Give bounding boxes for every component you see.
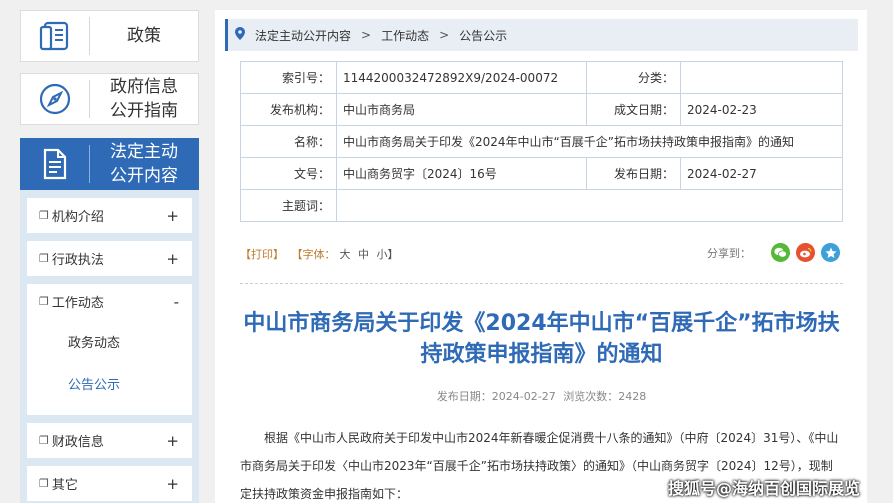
weibo-icon[interactable] [796,243,815,262]
menu-item-label: 财政信息 [51,435,104,450]
publish-date-label: 发布日期： [586,157,681,190]
article-view-count: 浏览次数：2428 [563,390,647,403]
submenu-item-announcements[interactable]: 公告公示 [27,365,192,407]
page-icon: ❐ [39,252,49,265]
location-pin-icon [235,27,245,43]
wechat-icon[interactable] [771,243,790,262]
publisher-value: 中山市商务局 [336,93,587,126]
expand-icon[interactable]: + [166,250,179,268]
article-publish-date: 发布日期：2024-02-27 [436,390,556,403]
compass-icon [21,82,89,116]
breadcrumb-item[interactable]: 法定主动公开内容 [255,27,351,44]
nav-tile-label: 法定主动 公开内容 [110,142,178,186]
publisher-label: 发布机构： [240,93,337,126]
article-pubinfo: 发布日期：2024-02-27 浏览次数：2428 [240,388,843,404]
nav-tile-label: 政府信息 公开指南 [110,77,178,121]
menu-item-work-news[interactable]: ❐ 工作动态 - [27,284,192,319]
page-icon: ❐ [39,477,49,490]
publish-date-value: 2024-02-27 [680,157,843,190]
breadcrumb-accent [225,19,228,51]
page-icon: ❐ [39,209,49,222]
menu-item-label: 其它 [51,478,78,493]
menu-item-enforcement[interactable]: ❐ 行政执法 + [27,241,192,276]
submenu: 政务动态 公告公示 [27,319,192,415]
submenu-item-gov-news[interactable]: 政务动态 [27,323,192,365]
print-link[interactable]: 【打印】 [240,248,284,261]
page-icon: ❐ [39,295,49,308]
category-value [680,61,843,94]
nav-tile-public-content[interactable]: 法定主动 公开内容 [20,138,199,190]
document-icon [21,19,89,53]
menu-item-institution[interactable]: ❐ 机构介绍 + [27,198,192,233]
expand-icon[interactable]: + [166,475,179,493]
index-label: 索引号： [240,61,337,94]
breadcrumb: 法定主动公开内容 > 工作动态 > 公告公示 [225,19,858,51]
qzone-icon[interactable] [821,243,840,262]
font-medium-link[interactable]: 中 [358,248,369,261]
menu-item-finance[interactable]: ❐ 财政信息 + [27,423,192,458]
file-icon [21,147,89,181]
menu-item-other[interactable]: ❐ 其它 + [27,466,192,501]
side-menu: ❐ 机构介绍 + ❐ 行政执法 + ❐ 工作动态 - 政务动态 公告公示 ❐ 财政信息 … [20,190,199,503]
main-content: 法定主动公开内容 > 工作动态 > 公告公示 索引号： 114420003247… [215,10,867,503]
expand-icon[interactable]: + [166,207,179,225]
subject-value [336,189,843,222]
page-icon: ❐ [39,434,49,447]
font-small-link[interactable]: 小】 [377,248,399,261]
collapse-icon[interactable]: - [174,293,179,311]
nav-tile-policy[interactable]: 政策 [20,10,199,62]
breadcrumb-item[interactable]: 工作动态 [381,27,429,44]
subject-label: 主题词： [240,189,337,222]
nav-tile-guide[interactable]: 政府信息 公开指南 [20,73,199,125]
divider [240,283,843,284]
share-bar: 分享到： [707,243,840,262]
docno-label: 文号： [240,157,337,190]
metadata-table: 索引号： 1144200032472892X9/2024-00072 分类： 发… [240,61,843,222]
name-label: 名称： [240,125,337,158]
docno-value: 中山商务贸字〔2024〕16号 [336,157,587,190]
chevron-right-icon: > [361,28,372,42]
share-label: 分享到： [707,246,751,260]
expand-icon[interactable]: + [166,432,179,450]
menu-item-label: 工作动态 [51,296,104,311]
name-value: 中山市商务局关于印发《2024年中山市“百展千企”拓市场扶持政策申报指南》的通知 [336,125,843,158]
created-date-value: 2024-02-23 [680,93,843,126]
article-tools: 【打印】 【字体： 大 中 小】 [240,246,403,262]
index-value: 1144200032472892X9/2024-00072 [336,61,587,94]
article-title: 中山市商务局关于印发《2024年中山市“百展千企”拓市场扶持政策申报指南》的通知 [243,311,840,367]
menu-item-label: 行政执法 [51,253,104,268]
nav-tile-label: 政策 [127,26,161,46]
watermark-text: 搜狐号@海纳百创国际展览 [668,479,861,498]
breadcrumb-item[interactable]: 公告公示 [459,27,507,44]
chevron-right-icon: > [439,28,450,42]
created-date-label: 成文日期： [586,93,681,126]
font-size-label: 【字体： [291,248,336,261]
font-large-link[interactable]: 大 [340,248,351,261]
menu-item-label: 机构介绍 [51,210,104,225]
category-label: 分类： [586,61,681,94]
